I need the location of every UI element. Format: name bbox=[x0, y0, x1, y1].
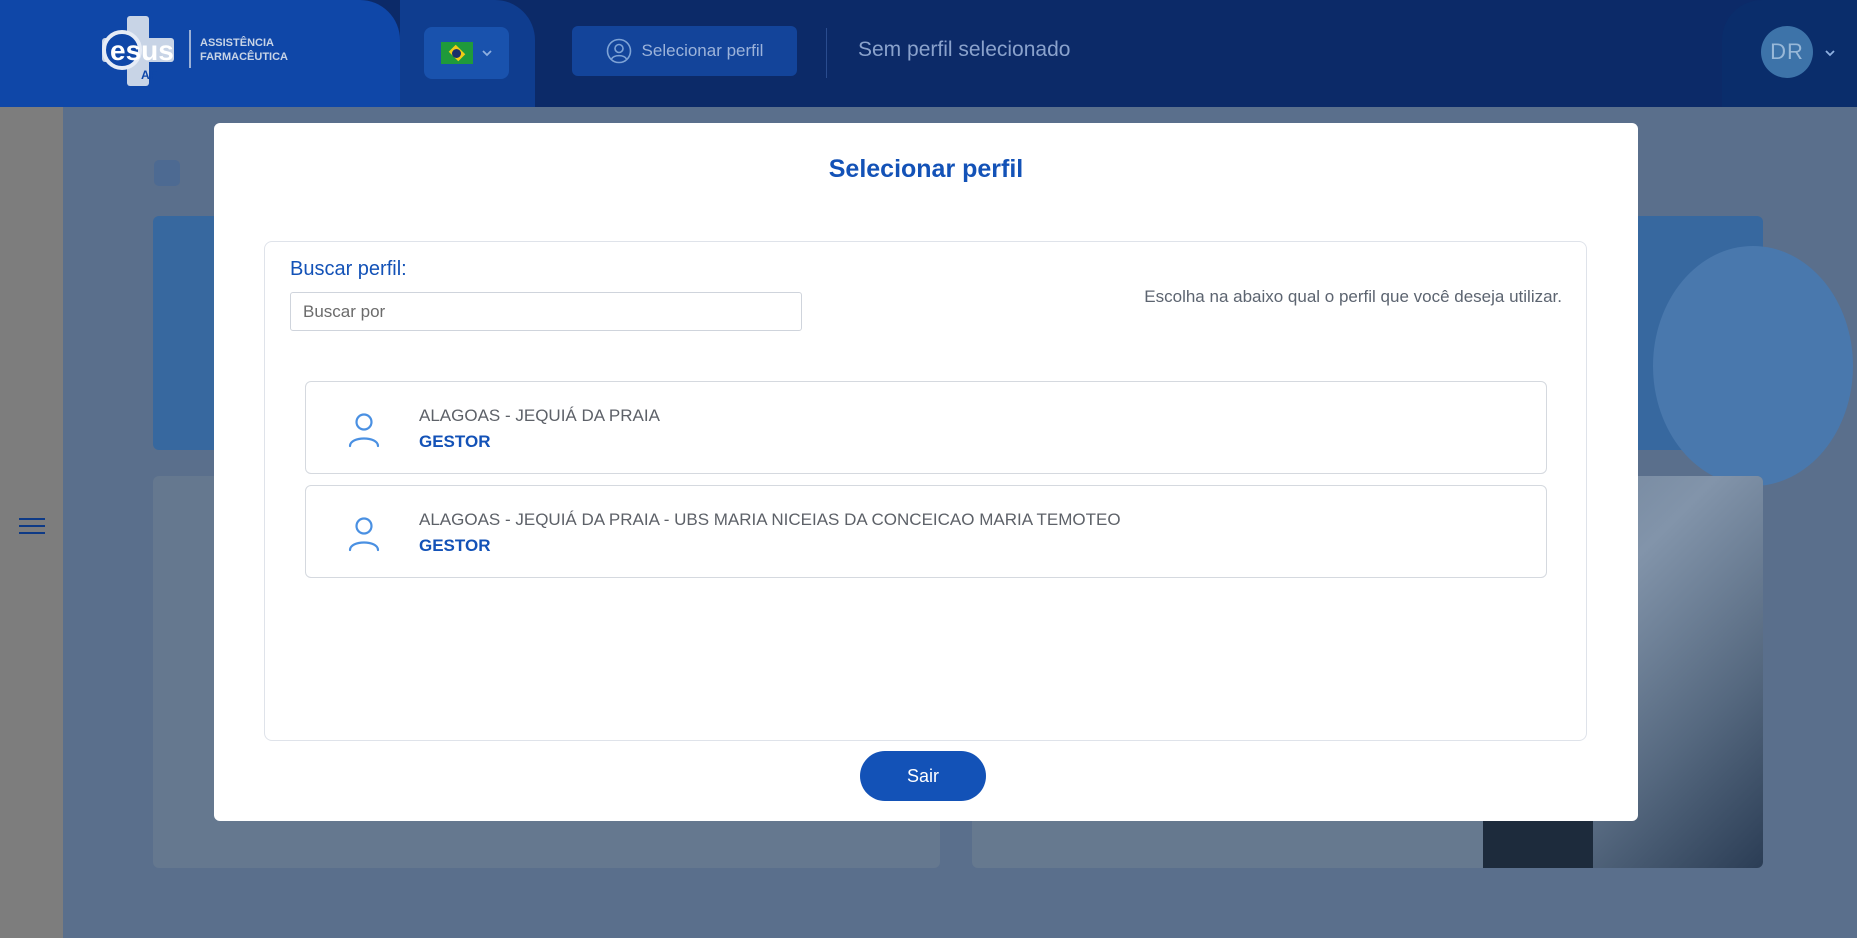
select-profile-button[interactable]: Selecionar perfil bbox=[572, 26, 797, 76]
profile-item[interactable]: ALAGOAS - JEQUIÁ DA PRAIA - UBS MARIA NI… bbox=[305, 485, 1547, 578]
exit-button[interactable]: Sair bbox=[860, 751, 986, 801]
select-profile-modal: Selecionar perfil Buscar perfil: Escolha… bbox=[214, 123, 1638, 821]
chevron-down-icon bbox=[481, 50, 492, 57]
user-circle-icon bbox=[606, 38, 631, 64]
brazil-flag-icon bbox=[440, 42, 473, 64]
user-avatar[interactable]: DR bbox=[1761, 26, 1813, 78]
profile-panel: Buscar perfil: Escolha na abaixo qual o … bbox=[264, 241, 1587, 741]
current-profile-text: Sem perfil selecionado bbox=[858, 38, 1071, 61]
logo-sub-text: AF bbox=[141, 68, 157, 82]
profile-name: ALAGOAS - JEQUIÁ DA PRAIA - UBS MARIA NI… bbox=[419, 510, 1121, 529]
header-divider bbox=[826, 28, 827, 78]
profile-role: GESTOR bbox=[419, 536, 491, 555]
profile-name: ALAGOAS - JEQUIÁ DA PRAIA bbox=[419, 406, 660, 425]
profile-item[interactable]: ALAGOAS - JEQUIÁ DA PRAIA GESTOR bbox=[305, 381, 1547, 474]
menu-icon[interactable] bbox=[19, 518, 45, 536]
modal-title: Selecionar perfil bbox=[828, 155, 1024, 183]
select-profile-label: Selecionar perfil bbox=[641, 41, 764, 60]
search-label: Buscar perfil: bbox=[290, 258, 407, 280]
language-selector[interactable] bbox=[424, 27, 509, 79]
instruction-text: Escolha na abaixo qual o perfil que você… bbox=[1144, 287, 1562, 306]
home-icon bbox=[154, 160, 180, 186]
logo-line2: FARMACÊUTICA bbox=[200, 50, 288, 63]
user-icon bbox=[348, 413, 380, 448]
user-icon bbox=[348, 517, 380, 552]
esus-af-logo: esus AF ASSISTÊNCIA FARMACÊUTICA bbox=[102, 16, 288, 86]
logo-brand-text: esus bbox=[110, 35, 174, 66]
logo-line1: ASSISTÊNCIA bbox=[200, 36, 274, 49]
search-input[interactable] bbox=[290, 292, 802, 331]
user-menu-chevron-icon[interactable] bbox=[1824, 49, 1836, 57]
profile-role: GESTOR bbox=[419, 432, 491, 451]
